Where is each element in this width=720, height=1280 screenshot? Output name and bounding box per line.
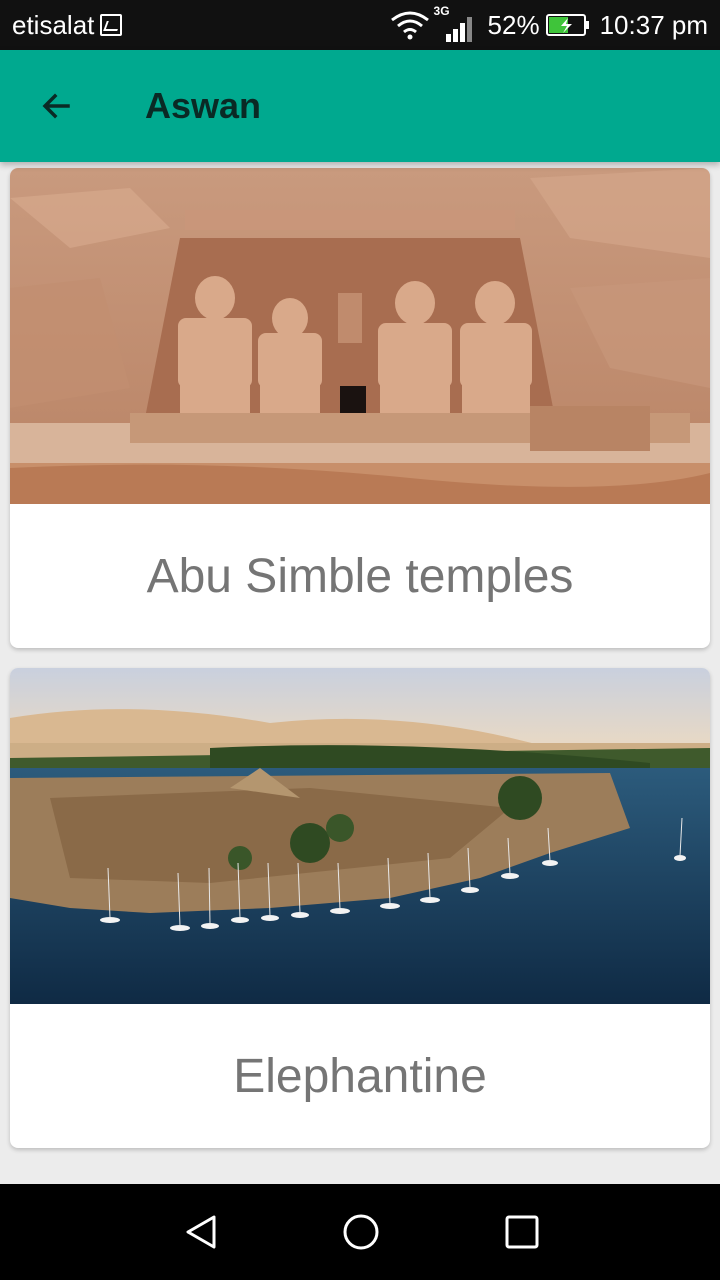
image-notification-icon (100, 14, 123, 36)
back-triangle-icon[interactable] (182, 1212, 222, 1252)
elephantine-island-photo (10, 668, 710, 1004)
battery-charging-icon (545, 14, 589, 36)
abu-simbel-temple-photo (10, 168, 710, 504)
status-icons: 3G 52% 10:37 pm (390, 4, 708, 44)
place-card-abu-simbel[interactable]: Abu Simble temples (10, 168, 710, 648)
place-name: Elephantine (233, 1049, 487, 1103)
page-title: Aswan (145, 85, 262, 126)
wifi-icon (390, 11, 429, 40)
home-circle-icon[interactable] (341, 1212, 381, 1252)
app-bar: Aswan (0, 50, 720, 162)
back-button[interactable] (28, 78, 84, 134)
carrier-name: etisalat (12, 10, 95, 40)
place-card-elephantine[interactable]: Elephantine (10, 668, 710, 1148)
carrier-group: etisalat (12, 10, 123, 40)
arrow-left-icon (42, 93, 70, 119)
navigation-bar (0, 1184, 720, 1280)
status-bar: etisalat 3G 52% 10:37 pm (0, 0, 720, 50)
place-name: Abu Simble temples (146, 549, 574, 603)
recents-square-icon[interactable] (502, 1212, 542, 1252)
signal-icon (445, 17, 472, 42)
places-list[interactable]: Abu Simble temples Elephantine (0, 162, 720, 1184)
clock: 10:37 pm (599, 9, 708, 40)
battery-percent: 52% (487, 9, 540, 40)
signal-group: 3G (434, 4, 474, 42)
